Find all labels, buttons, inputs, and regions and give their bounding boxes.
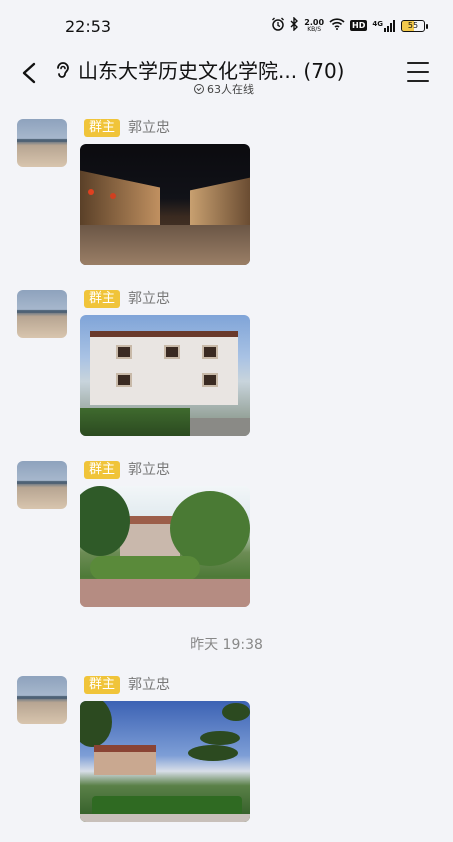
owner-badge: 群主 bbox=[84, 461, 121, 479]
hd-badge: HD bbox=[350, 20, 368, 31]
owner-badge: 群主 bbox=[84, 119, 121, 137]
photo-detail bbox=[88, 189, 94, 195]
time-divider: 昨天 19:38 bbox=[190, 637, 263, 653]
photo-detail bbox=[80, 701, 112, 747]
photo-night-street[interactable] bbox=[80, 144, 250, 265]
ear-icon[interactable] bbox=[52, 60, 72, 80]
menu-icon-line bbox=[407, 71, 429, 73]
wifi-icon bbox=[329, 18, 345, 33]
photo-detail bbox=[80, 814, 250, 822]
bluetooth-icon bbox=[290, 16, 299, 34]
photo-detail bbox=[80, 408, 190, 436]
back-button[interactable] bbox=[14, 58, 44, 88]
status-time: 22:53 bbox=[65, 17, 112, 36]
speed-value: 2.00 bbox=[304, 17, 325, 27]
network-type: 4G bbox=[372, 19, 383, 28]
photo-villa[interactable] bbox=[80, 315, 250, 436]
online-status: 63人在线 bbox=[194, 81, 254, 97]
online-count: 63人在线 bbox=[207, 83, 254, 96]
photo-detail bbox=[94, 745, 156, 775]
chevron-left-icon bbox=[22, 62, 36, 84]
photo-detail bbox=[92, 796, 242, 816]
alarm-icon bbox=[271, 17, 285, 34]
menu-button[interactable] bbox=[407, 62, 429, 82]
menu-icon-line bbox=[407, 62, 429, 64]
avatar[interactable] bbox=[17, 290, 67, 338]
battery-icon: 55 bbox=[401, 19, 428, 32]
owner-badge: 群主 bbox=[84, 290, 121, 308]
status-bar: 22:53 2.00 KB/S HD 4G 55 bbox=[0, 0, 453, 50]
photo-detail bbox=[90, 331, 238, 405]
photo-hedge-garden[interactable] bbox=[80, 701, 250, 822]
photo-detail bbox=[188, 745, 238, 761]
status-icons: 2.00 KB/S HD 4G 55 bbox=[271, 16, 428, 34]
battery-level: 55 bbox=[407, 21, 419, 30]
menu-icon-line bbox=[407, 80, 429, 82]
photo-detail bbox=[222, 703, 250, 721]
chat-header: 山东大学历史文化学院... (70) 63人在线 bbox=[0, 50, 453, 100]
group-title[interactable]: 山东大学历史文化学院... (70) bbox=[78, 55, 344, 84]
photo-detail bbox=[202, 345, 218, 359]
photo-detail bbox=[200, 731, 240, 745]
sender-name: 郭立忠 bbox=[128, 120, 170, 136]
avatar[interactable] bbox=[17, 676, 67, 724]
photo-detail bbox=[170, 491, 250, 566]
sender-name: 郭立忠 bbox=[128, 291, 170, 307]
sender-name: 郭立忠 bbox=[128, 462, 170, 478]
photo-garden-house[interactable] bbox=[80, 486, 250, 607]
sender-name: 郭立忠 bbox=[128, 677, 170, 693]
photo-detail bbox=[90, 556, 200, 580]
online-check-icon bbox=[194, 84, 204, 94]
photo-detail bbox=[80, 579, 250, 607]
network-speed: 2.00 KB/S bbox=[304, 17, 325, 33]
photo-detail bbox=[80, 225, 250, 265]
avatar[interactable] bbox=[17, 461, 67, 509]
speed-unit: KB/S bbox=[307, 25, 322, 33]
avatar[interactable] bbox=[17, 119, 67, 167]
photo-detail bbox=[116, 345, 132, 359]
photo-detail bbox=[116, 373, 132, 387]
owner-badge: 群主 bbox=[84, 676, 121, 694]
signal-icon: 4G bbox=[372, 19, 396, 32]
photo-detail bbox=[202, 373, 218, 387]
photo-detail bbox=[164, 345, 180, 359]
